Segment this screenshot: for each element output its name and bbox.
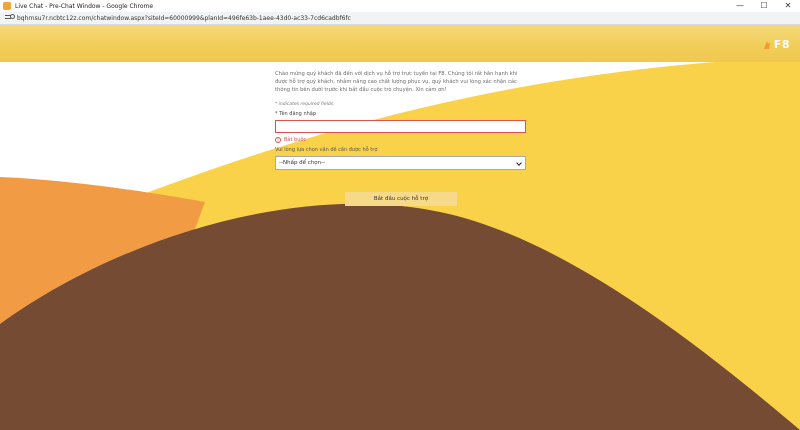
error-icon: !: [275, 137, 281, 144]
window-controls: — ☐ ✕: [728, 0, 800, 12]
url-text[interactable]: bqhrnsu7r.ncbtc12z.com/chatwindow.aspx?s…: [17, 15, 351, 22]
error-text: Bắt buộc: [284, 137, 307, 143]
brand-logo: F8: [762, 38, 790, 51]
maximize-button[interactable]: ☐: [752, 0, 776, 12]
intro-text: Chào mừng quý khách đã đến với dịch vụ h…: [275, 71, 518, 93]
start-chat-button[interactable]: Bắt đầu cuộc hỗ trợ: [345, 192, 457, 206]
minimize-button[interactable]: —: [728, 0, 752, 12]
topic-select[interactable]: --Nhấp để chọn--: [275, 156, 526, 170]
required-note: * indicates required fields.: [275, 102, 335, 107]
topic-selected-value: --Nhấp để chọn--: [279, 160, 326, 166]
topic-label: Vui lòng lựa chọn vấn đề cần được hỗ trợ: [275, 147, 378, 153]
chevron-down-icon: [516, 160, 522, 166]
close-button[interactable]: ✕: [776, 0, 800, 12]
logo-text: F8: [773, 38, 790, 51]
chat-app-icon: [3, 2, 11, 10]
prechat-form: Chào mừng quý khách đã đến với dịch vụ h…: [275, 70, 526, 170]
username-label: * Tên đăng nhập: [275, 111, 317, 117]
username-error: ! Bắt buộc: [275, 137, 526, 144]
chat-header: [0, 25, 800, 62]
username-input[interactable]: [275, 120, 526, 133]
address-bar: bqhrnsu7r.ncbtc12z.com/chatwindow.aspx?s…: [0, 12, 800, 25]
site-settings-icon[interactable]: [5, 14, 15, 22]
flame-logo-icon: [763, 40, 770, 49]
window-title: Live Chat - Pre-Chat Window - Google Chr…: [15, 2, 154, 10]
